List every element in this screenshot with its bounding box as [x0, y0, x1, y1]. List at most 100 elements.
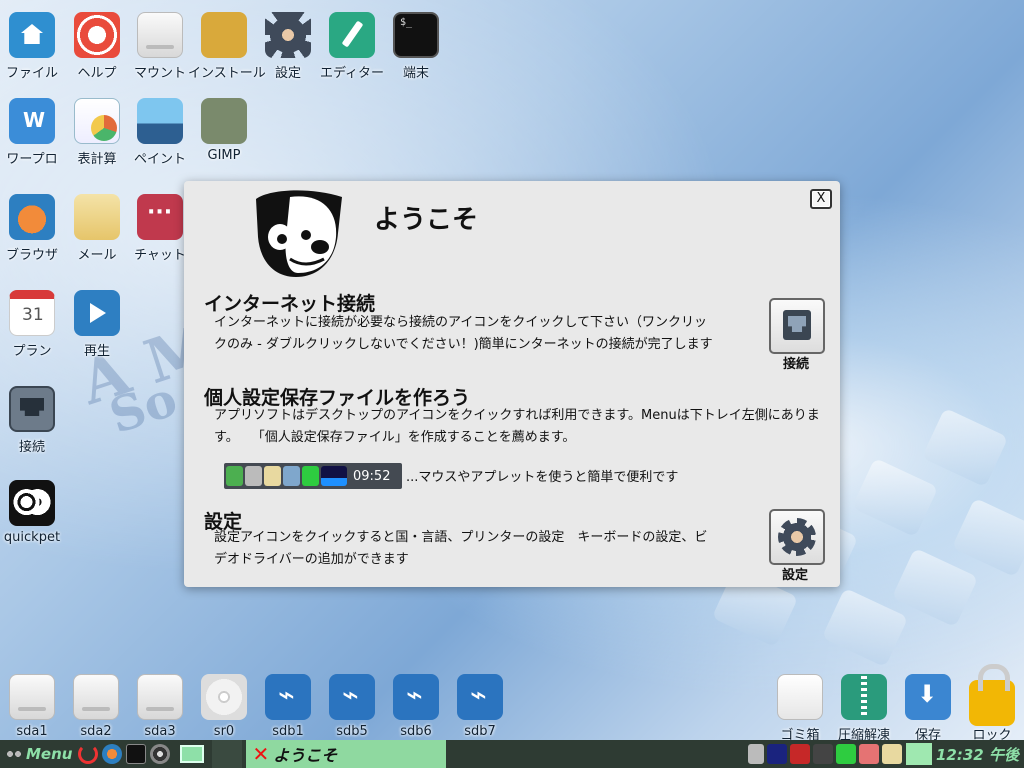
desktop-icon-save[interactable]: 保存 [892, 674, 964, 743]
desktop-icon-install[interactable]: インストール [188, 12, 266, 81]
internet-description: インターネットに接続が必要なら接続のアイコンをクイックして下さい（ワンクリッ ク… [214, 312, 729, 356]
taskbar: Menu ✕ ようこそ 12:32 午後 [0, 740, 1024, 768]
usb-drive-icon [393, 674, 439, 720]
speaker-icon[interactable] [748, 744, 764, 764]
film-play-icon [74, 290, 120, 336]
taskbar-task-welcome[interactable]: ✕ ようこそ [246, 740, 447, 768]
desktop-icon-gimp[interactable]: GIMP [188, 98, 260, 163]
connect-button[interactable] [769, 298, 825, 354]
desktop-icon-editor[interactable]: エディター [316, 12, 388, 81]
desktop-icon-terminal[interactable]: 端末 [380, 12, 452, 81]
desktop-icon-label: インストール [188, 66, 266, 81]
terminal-icon[interactable] [126, 744, 147, 764]
calendar-icon [9, 290, 55, 336]
document-icon [9, 98, 55, 144]
clipboard-icon [264, 466, 281, 486]
paintbrush-icon [201, 98, 247, 144]
desktop-icon-label: 再生 [83, 344, 110, 359]
desktop-icon-label: ファイル [5, 66, 58, 81]
desktop-icon-quickpet[interactable]: quickpet [0, 480, 68, 545]
envelope-icon [74, 194, 120, 240]
save-line-1: アプリソフトはデスクトップのアイコンをクイックすれば利用できます。Menuは下ト… [214, 408, 820, 423]
browser-fox-icon[interactable] [102, 744, 123, 764]
close-button[interactable]: X [810, 189, 832, 209]
drive-sdb1[interactable]: sdb1 [252, 674, 324, 739]
desktop-icon-wordprocessor[interactable]: ワープロ [0, 98, 68, 167]
desktop-icon-lock[interactable]: ロック [956, 664, 1024, 743]
terminal-icon [393, 12, 439, 58]
desktop-icon-archiver[interactable]: 圧縮解凍 [828, 674, 900, 743]
desktop-icon-paint[interactable]: ペイント [124, 98, 196, 167]
red-x-icon: ✕ [252, 742, 270, 766]
desktop-icon-browser[interactable]: ブラウザ [0, 194, 68, 263]
drive-icon [9, 674, 55, 720]
settings-button[interactable] [769, 509, 825, 565]
network-disconnected-icon[interactable] [790, 744, 810, 764]
drive-sda3[interactable]: sda3 [124, 674, 196, 739]
desktop-icon-label: 表計算 [77, 152, 117, 167]
desktop-icon-connect[interactable]: 接続 [0, 386, 68, 455]
optical-disc-icon [201, 674, 247, 720]
save-line-2: す。 「個人設定保存ファイル」を作成することを薦めます。 [214, 430, 576, 445]
desktop-icon-player[interactable]: 再生 [61, 290, 133, 359]
desktop-icon-label: 設定 [274, 66, 301, 81]
drive-sdb7[interactable]: sdb7 [444, 674, 516, 739]
drive-label: sda1 [16, 724, 48, 739]
database-icon [302, 466, 319, 486]
browser-fox-icon [9, 194, 55, 240]
taskbar-clock[interactable]: 12:32 午後 [936, 740, 1024, 768]
database-icon[interactable] [836, 744, 856, 764]
workspace-switcher[interactable] [180, 745, 205, 763]
settings-line-1: 設定アイコンをクイックすると国・言語、プリンターの設定 キーボードの設定、ビ [214, 530, 708, 545]
internet-line-1: インターネットに接続が必要なら接続のアイコンをクイックして下さい（ワンクリッ [214, 315, 707, 330]
drive-sda1[interactable]: sda1 [0, 674, 68, 739]
clipboard-icon[interactable] [882, 744, 902, 764]
menu-label: Menu [26, 745, 73, 763]
tray-description: ...マウスやアプレットを使うと簡単で便利です [406, 470, 679, 485]
camera-icon[interactable] [150, 744, 171, 764]
drive-label: sda2 [80, 724, 112, 739]
trash-icon [777, 674, 823, 720]
gear-icon [265, 12, 311, 58]
desktop-icon-label: メール [77, 248, 117, 263]
task-title: ようこそ [273, 746, 338, 765]
home-folder-icon [9, 12, 55, 58]
desktop-icon-help[interactable]: ヘルプ [61, 12, 133, 81]
settings-description: 設定アイコンをクイックすると国・言語、プリンターの設定 キーボードの設定、ビ デ… [214, 527, 729, 571]
cpu-meter[interactable] [906, 743, 932, 765]
taskbar-separator [212, 740, 243, 768]
padlock-icon [969, 664, 1015, 726]
desktop-icon-trash[interactable]: ゴミ箱 [764, 674, 836, 743]
drive-label: sdb6 [400, 724, 432, 739]
desktop-icon-label: GIMP [207, 148, 241, 163]
firewall-shield-icon[interactable] [859, 744, 879, 764]
desktop-icon-label: ブラウザ [5, 248, 58, 263]
drive-sdb5[interactable]: sdb5 [316, 674, 388, 739]
drive-icon [137, 12, 183, 58]
puppy-logo-icon [9, 480, 55, 526]
desktop-icon-label: quickpet [3, 530, 61, 545]
zip-archive-icon [841, 674, 887, 720]
desktop-icon-settings[interactable]: 設定 [252, 12, 324, 81]
ethernet-port-icon [9, 386, 55, 432]
desktop-icon-label: ペイント [133, 152, 186, 167]
usb-drive-icon [265, 674, 311, 720]
desktop-icon-mail[interactable]: メール [61, 194, 133, 263]
usb-drive-icon [329, 674, 375, 720]
dialog-title: ようこそ [374, 205, 479, 235]
desktop-icon-planner[interactable]: プラン [0, 290, 68, 359]
power-icon[interactable] [78, 744, 99, 764]
drive-activity-icon[interactable] [813, 744, 833, 764]
menu-button[interactable]: Menu [0, 740, 76, 768]
spreadsheet-chart-icon [74, 98, 120, 144]
drive-sda2[interactable]: sda2 [60, 674, 132, 739]
internet-line-2: クのみ - ダブルクリックしないでください！)簡単にンターネットの接続が完了しま… [214, 337, 713, 352]
drive-sdb6[interactable]: sdb6 [380, 674, 452, 739]
network-icon [283, 466, 300, 486]
desktop-icon-spreadsheet[interactable]: 表計算 [61, 98, 133, 167]
system-tray [748, 744, 902, 764]
battery-icon[interactable] [767, 744, 787, 764]
desktop-icon-files[interactable]: ファイル [0, 12, 68, 81]
desktop-icon-mount[interactable]: マウント [124, 12, 196, 81]
drive-sr0[interactable]: sr0 [188, 674, 260, 739]
